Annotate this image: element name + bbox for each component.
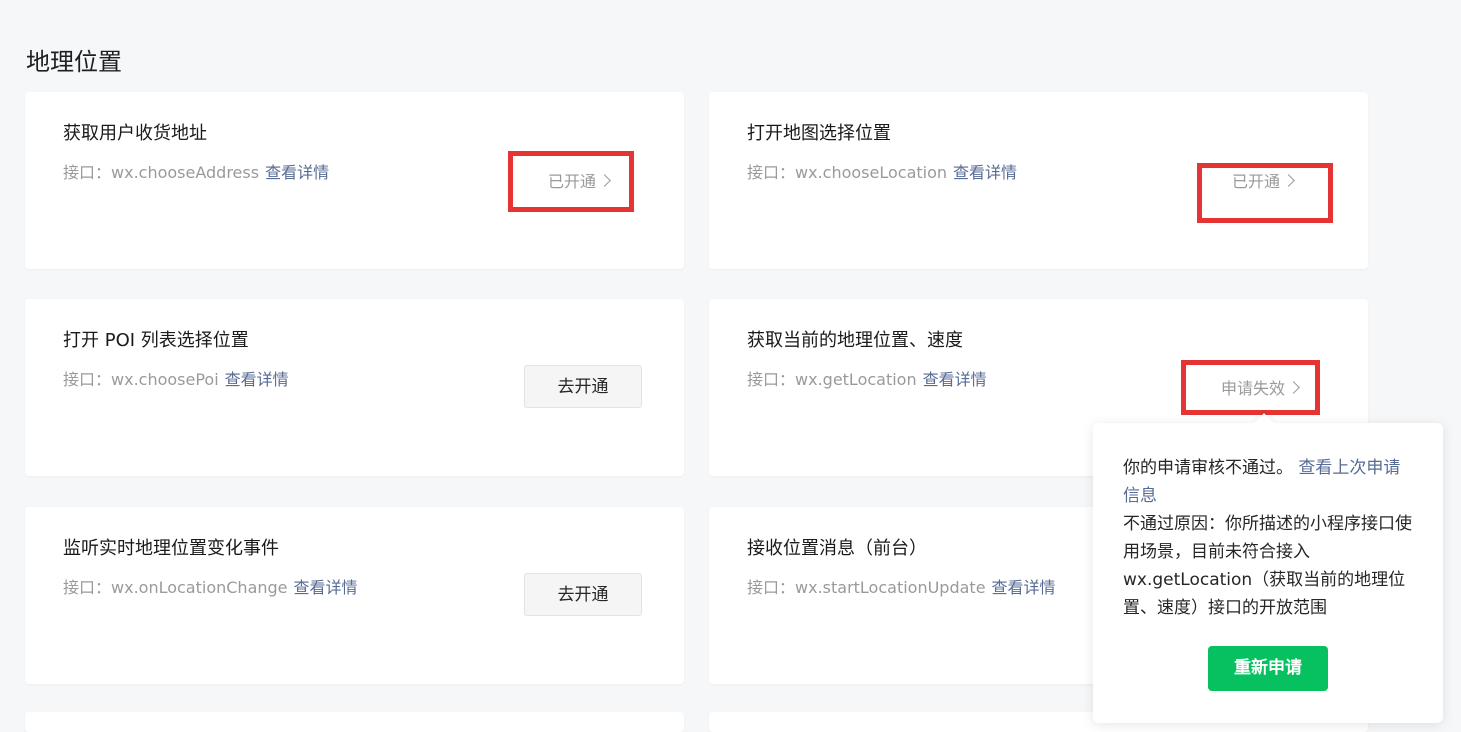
card-on-location-change: 监听实时地理位置变化事件 接口：wx.onLocationChange 查看详情 …: [25, 507, 684, 684]
card-api-line: 接口：wx.getLocation 查看详情: [747, 369, 987, 391]
card-api-line: 接口：wx.choosePoi 查看详情: [63, 369, 289, 391]
status-opened-link[interactable]: 已开通: [1232, 171, 1295, 193]
view-details-link[interactable]: 查看详情: [953, 163, 1017, 182]
status-application-expired-link[interactable]: 申请失效: [1221, 378, 1300, 400]
api-name: wx.choosePoi: [111, 370, 219, 389]
rejection-message: 你的申请审核不通过。: [1123, 458, 1293, 478]
chevron-right-icon: [598, 174, 611, 187]
card-api-line: 接口：wx.onLocationChange 查看详情: [63, 577, 358, 599]
card-title: 接收位置消息（前台）: [747, 538, 927, 559]
api-name: wx.startLocationUpdate: [795, 578, 986, 597]
section-title: 地理位置: [26, 48, 122, 76]
view-details-link[interactable]: 查看详情: [294, 578, 358, 597]
card-title: 监听实时地理位置变化事件: [63, 538, 279, 559]
card-next-row: [25, 712, 684, 732]
card-title: 获取当前的地理位置、速度: [747, 330, 963, 351]
status-label: 已开通: [1232, 172, 1281, 191]
view-details-link[interactable]: 查看详情: [265, 163, 329, 182]
card-choose-address: 获取用户收货地址 接口：wx.chooseAddress 查看详情 已开通: [25, 92, 684, 269]
popover-body: 你的申请审核不通过。 查看上次申请信息 不通过原因：你所描述的小程序接口使用场景…: [1123, 454, 1415, 622]
api-name: wx.onLocationChange: [111, 578, 288, 597]
card-title: 打开 POI 列表选择位置: [63, 330, 249, 351]
api-prefix: 接口：: [63, 370, 112, 389]
view-details-link[interactable]: 查看详情: [992, 578, 1056, 597]
api-name: wx.chooseAddress: [111, 163, 260, 182]
status-label: 申请失效: [1221, 379, 1286, 398]
card-choose-location: 打开地图选择位置 接口：wx.chooseLocation 查看详情 已开通: [709, 92, 1368, 269]
api-name: wx.chooseLocation: [795, 163, 948, 182]
api-prefix: 接口：: [747, 370, 796, 389]
card-choose-poi: 打开 POI 列表选择位置 接口：wx.choosePoi 查看详情 去开通: [25, 299, 684, 476]
status-label: 已开通: [548, 172, 597, 191]
view-details-link[interactable]: 查看详情: [225, 370, 289, 389]
api-name: wx.getLocation: [795, 370, 917, 389]
go-enable-button[interactable]: 去开通: [524, 365, 642, 408]
card-title: 获取用户收货地址: [63, 123, 207, 144]
go-enable-button[interactable]: 去开通: [524, 573, 642, 616]
rejection-popover: 你的申请审核不通过。 查看上次申请信息 不通过原因：你所描述的小程序接口使用场景…: [1093, 413, 1443, 723]
api-prefix: 接口：: [63, 578, 112, 597]
chevron-right-icon: [1287, 381, 1300, 394]
rejection-reason: 不通过原因：你所描述的小程序接口使用场景，目前未符合接入wx.getLocati…: [1123, 514, 1412, 618]
view-details-link[interactable]: 查看详情: [923, 370, 987, 389]
card-api-line: 接口：wx.chooseAddress 查看详情: [63, 162, 329, 184]
api-prefix: 接口：: [63, 163, 112, 182]
chevron-right-icon: [1282, 174, 1295, 187]
card-api-line: 接口：wx.chooseLocation 查看详情: [747, 162, 1017, 184]
reapply-button[interactable]: 重新申请: [1208, 646, 1328, 691]
api-prefix: 接口：: [747, 163, 796, 182]
api-prefix: 接口：: [747, 578, 796, 597]
status-opened-link[interactable]: 已开通: [548, 171, 611, 193]
card-api-line: 接口：wx.startLocationUpdate 查看详情: [747, 577, 1056, 599]
card-title: 打开地图选择位置: [747, 123, 891, 144]
